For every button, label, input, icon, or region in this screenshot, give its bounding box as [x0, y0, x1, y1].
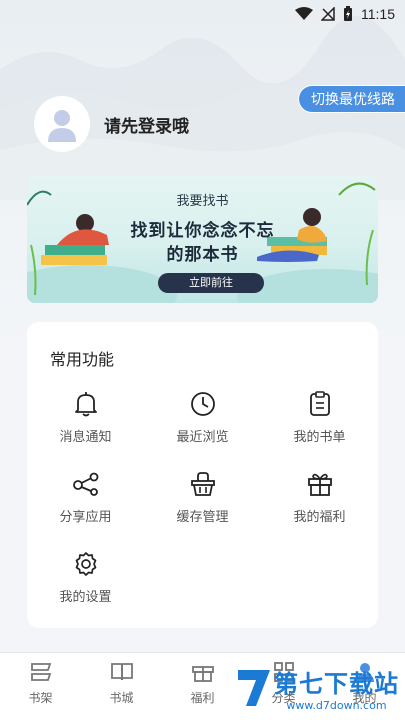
function-label: 消息通知: [59, 430, 112, 445]
function-item-share[interactable]: 分享应用: [27, 470, 144, 525]
login-prompt[interactable]: 请先登录哦: [104, 112, 189, 137]
clock-time: 11:15: [361, 6, 395, 22]
common-functions-card: 常用功能 消息通知 最近浏览 我的书单 分享应用 缓存管理 我的福利 我的设置: [27, 322, 378, 628]
basket-icon: [190, 472, 215, 496]
section-title: 常用功能: [50, 350, 115, 369]
function-label: 分享应用: [59, 510, 112, 525]
watermark-name: 第七下载站: [274, 670, 399, 698]
function-item-notifications[interactable]: 消息通知: [27, 390, 144, 445]
default-avatar-icon: [48, 110, 76, 142]
tab-label: 书架: [28, 691, 53, 705]
gift-icon: [307, 473, 332, 496]
share-icon: [72, 472, 98, 496]
function-item-recent[interactable]: 最近浏览: [144, 390, 261, 445]
watermark-logo-icon: [238, 670, 270, 706]
watermark-url: www.d7down.com: [286, 699, 387, 712]
gift-icon: [191, 666, 214, 682]
avatar[interactable]: [34, 96, 90, 152]
battery-charging-icon: [344, 6, 352, 21]
banner-title-line1: 找到让你念念不忘: [130, 221, 275, 241]
profile-section[interactable]: 请先登录哦: [34, 96, 189, 152]
function-item-booklist[interactable]: 我的书单: [261, 390, 378, 445]
switch-route-button[interactable]: 切换最优线路: [298, 85, 405, 113]
tab-benefits[interactable]: 福利: [162, 653, 243, 706]
tab-label: 书城: [109, 691, 134, 705]
function-label: 缓存管理: [176, 510, 229, 525]
tab-label: 福利: [190, 691, 215, 705]
status-bar: 11:15: [0, 0, 405, 28]
banner-title-line2: 的那本书: [166, 245, 239, 265]
function-label: 我的设置: [59, 590, 112, 605]
clock-icon: [190, 392, 215, 416]
function-label: 我的书单: [293, 430, 346, 445]
find-book-banner[interactable]: 我要找书 找到让你念念不忘 的那本书 立即前往: [27, 175, 378, 303]
gear-icon: [75, 552, 96, 576]
no-signal-icon: [321, 7, 335, 21]
book-icon: [110, 663, 133, 681]
function-item-cache[interactable]: 缓存管理: [144, 470, 261, 525]
tab-bookstore[interactable]: 书城: [81, 653, 162, 706]
banner-subtitle: 我要找书: [176, 194, 229, 209]
site-watermark: 第七下载站 www.d7down.com: [234, 664, 399, 712]
function-item-settings[interactable]: 我的设置: [27, 550, 144, 605]
wifi-icon: [295, 7, 313, 20]
function-item-benefits[interactable]: 我的福利: [261, 470, 378, 525]
go-now-button[interactable]: 立即前往: [158, 273, 264, 293]
tab-bookshelf[interactable]: 书架: [0, 653, 81, 706]
function-label: 我的福利: [293, 510, 346, 525]
bookshelf-icon: [30, 663, 51, 681]
clipboard-icon: [309, 391, 330, 416]
function-label: 最近浏览: [176, 430, 229, 445]
bell-icon: [74, 392, 97, 417]
